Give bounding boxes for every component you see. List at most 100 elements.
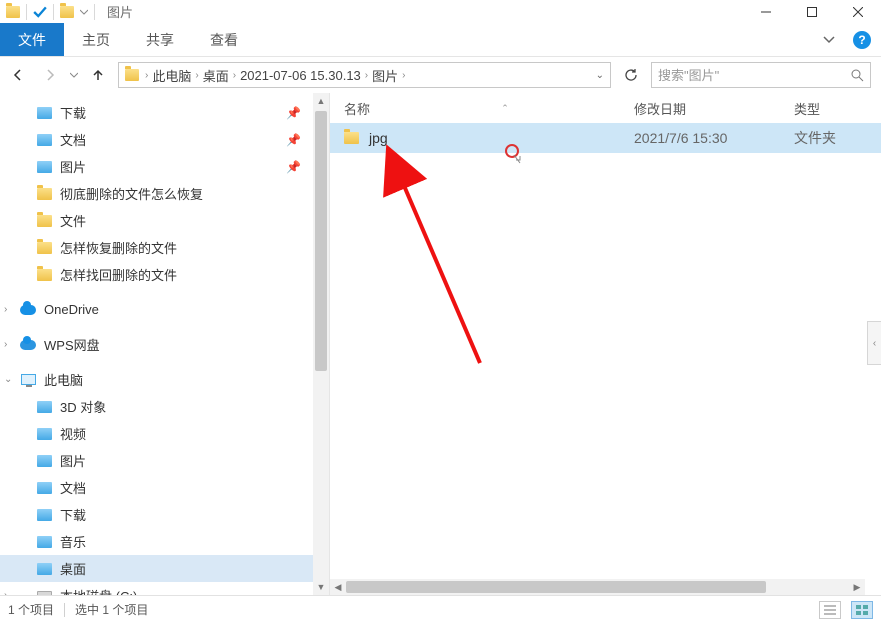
document-icon: [37, 482, 52, 494]
nav-downloads[interactable]: 下载: [0, 501, 329, 528]
history-dropdown-icon[interactable]: [70, 71, 78, 79]
nav-folder[interactable]: 文件: [0, 207, 329, 234]
nav-music[interactable]: 音乐: [0, 528, 329, 555]
quick-access-toolbar: 图片: [6, 2, 133, 21]
column-headers: 名称⌃ 修改日期 类型: [330, 93, 881, 123]
tab-file[interactable]: 文件: [0, 23, 64, 56]
folder-icon: [37, 242, 52, 254]
nav-folder[interactable]: 怎样找回删除的文件: [0, 261, 329, 288]
sort-asc-icon: ⌃: [501, 103, 509, 114]
chevron-down-icon[interactable]: ⌄: [4, 374, 12, 385]
music-icon: [37, 536, 52, 548]
nav-3d-objects[interactable]: 3D 对象: [0, 393, 329, 420]
scrollbar-thumb[interactable]: [346, 581, 766, 593]
search-box[interactable]: [651, 62, 871, 88]
picture-icon: [37, 161, 52, 173]
nav-thispc[interactable]: ⌄此电脑: [0, 366, 329, 393]
nav-scrollbar[interactable]: ▲ ▼: [313, 93, 329, 595]
download-icon: [37, 107, 52, 119]
ribbon-collapse-button[interactable]: [823, 36, 853, 44]
scrollbar-thumb[interactable]: [315, 111, 327, 371]
back-button[interactable]: [6, 63, 30, 87]
breadcrumb-item[interactable]: 2021-07-06 15.30.13: [240, 68, 361, 83]
forward-button[interactable]: [38, 63, 62, 87]
breadcrumb-dropdown-icon[interactable]: ⌄: [596, 70, 604, 81]
search-icon[interactable]: [851, 69, 864, 82]
separator: [26, 4, 27, 20]
chevron-right-icon[interactable]: ›: [4, 339, 7, 350]
chevron-right-icon[interactable]: ›: [195, 70, 198, 81]
3d-icon: [37, 401, 52, 413]
pin-icon: 📌: [286, 160, 301, 174]
scroll-down-icon[interactable]: ▼: [313, 579, 329, 595]
folder-icon: [37, 188, 52, 200]
nav-pictures[interactable]: 图片: [0, 447, 329, 474]
breadcrumb-item[interactable]: 桌面: [203, 66, 229, 85]
folder-icon: [344, 132, 359, 144]
chevron-right-icon[interactable]: ›: [145, 70, 148, 81]
document-icon: [37, 134, 52, 146]
file-list-pane: 名称⌃ 修改日期 类型 jpg 2021/7/6 15:30 文件夹 ‹ ◀ ▶: [330, 93, 881, 595]
pc-icon: [21, 374, 36, 385]
view-icons-button[interactable]: [851, 601, 873, 619]
pin-icon: 📌: [286, 106, 301, 120]
column-date[interactable]: 修改日期: [634, 99, 794, 118]
nav-local-disk-c[interactable]: ›本地磁盘 (C:): [0, 582, 329, 595]
row-name: jpg: [344, 130, 634, 146]
table-row[interactable]: jpg 2021/7/6 15:30 文件夹: [330, 123, 881, 153]
status-item-count: 1 个项目: [8, 601, 54, 618]
scrollbar-track[interactable]: [346, 579, 849, 595]
preview-pane-handle[interactable]: ‹: [867, 321, 881, 365]
dropdown-icon[interactable]: [80, 8, 88, 16]
download-icon: [37, 509, 52, 521]
chevron-right-icon[interactable]: ›: [4, 304, 7, 315]
nav-wps[interactable]: ›WPS网盘: [0, 331, 329, 358]
chevron-right-icon[interactable]: ›: [365, 70, 368, 81]
tab-share[interactable]: 共享: [128, 23, 192, 56]
separator: [94, 4, 95, 20]
tab-home[interactable]: 主页: [64, 23, 128, 56]
tab-view[interactable]: 查看: [192, 23, 256, 56]
breadcrumb-item[interactable]: 图片: [372, 66, 398, 85]
help-button[interactable]: ?: [853, 31, 871, 49]
nav-documents[interactable]: 文档📌: [0, 126, 329, 153]
cursor-icon: [514, 155, 520, 163]
column-type[interactable]: 类型: [794, 99, 881, 118]
address-bar-row: › 此电脑 › 桌面 › 2021-07-06 15.30.13 › 图片 › …: [0, 57, 881, 93]
scroll-left-icon[interactable]: ◀: [330, 579, 346, 595]
nav-onedrive[interactable]: ›OneDrive: [0, 296, 329, 323]
horizontal-scrollbar[interactable]: ◀ ▶: [330, 579, 865, 595]
breadcrumb-item[interactable]: 此电脑: [152, 66, 191, 85]
search-input[interactable]: [658, 68, 851, 83]
folder-icon[interactable]: [60, 6, 74, 18]
maximize-button[interactable]: [789, 0, 835, 23]
breadcrumb-bar[interactable]: › 此电脑 › 桌面 › 2021-07-06 15.30.13 › 图片 › …: [118, 62, 611, 88]
scroll-up-icon[interactable]: ▲: [313, 93, 329, 109]
chevron-right-icon[interactable]: ›: [4, 590, 7, 595]
scroll-right-icon[interactable]: ▶: [849, 579, 865, 595]
nav-videos[interactable]: 视频: [0, 420, 329, 447]
titlebar: 图片: [0, 0, 881, 23]
ribbon-tabs: 文件 主页 共享 查看 ?: [0, 23, 881, 57]
video-icon: [37, 428, 52, 440]
minimize-button[interactable]: [743, 0, 789, 23]
nav-desktop[interactable]: 桌面: [0, 555, 329, 582]
cloud-icon: [20, 305, 36, 315]
nav-folder[interactable]: 怎样恢复删除的文件: [0, 234, 329, 261]
nav-folder[interactable]: 彻底删除的文件怎么恢复: [0, 180, 329, 207]
nav-pictures[interactable]: 图片📌: [0, 153, 329, 180]
nav-documents[interactable]: 文档: [0, 474, 329, 501]
navigation-pane: 下载📌 文档📌 图片📌 彻底删除的文件怎么恢复 文件 怎样恢复删除的文件 怎样找…: [0, 93, 330, 595]
column-name[interactable]: 名称⌃: [344, 99, 634, 118]
folder-icon: [37, 269, 52, 281]
status-selected-count: 选中 1 个项目: [75, 601, 148, 618]
checkmark-icon[interactable]: [33, 5, 47, 19]
chevron-right-icon[interactable]: ›: [233, 70, 236, 81]
view-details-button[interactable]: [819, 601, 841, 619]
up-button[interactable]: [86, 63, 110, 87]
refresh-button[interactable]: [619, 63, 643, 87]
close-button[interactable]: [835, 0, 881, 23]
chevron-right-icon[interactable]: ›: [402, 70, 405, 81]
nav-downloads[interactable]: 下载📌: [0, 99, 329, 126]
row-type: 文件夹: [794, 128, 881, 148]
